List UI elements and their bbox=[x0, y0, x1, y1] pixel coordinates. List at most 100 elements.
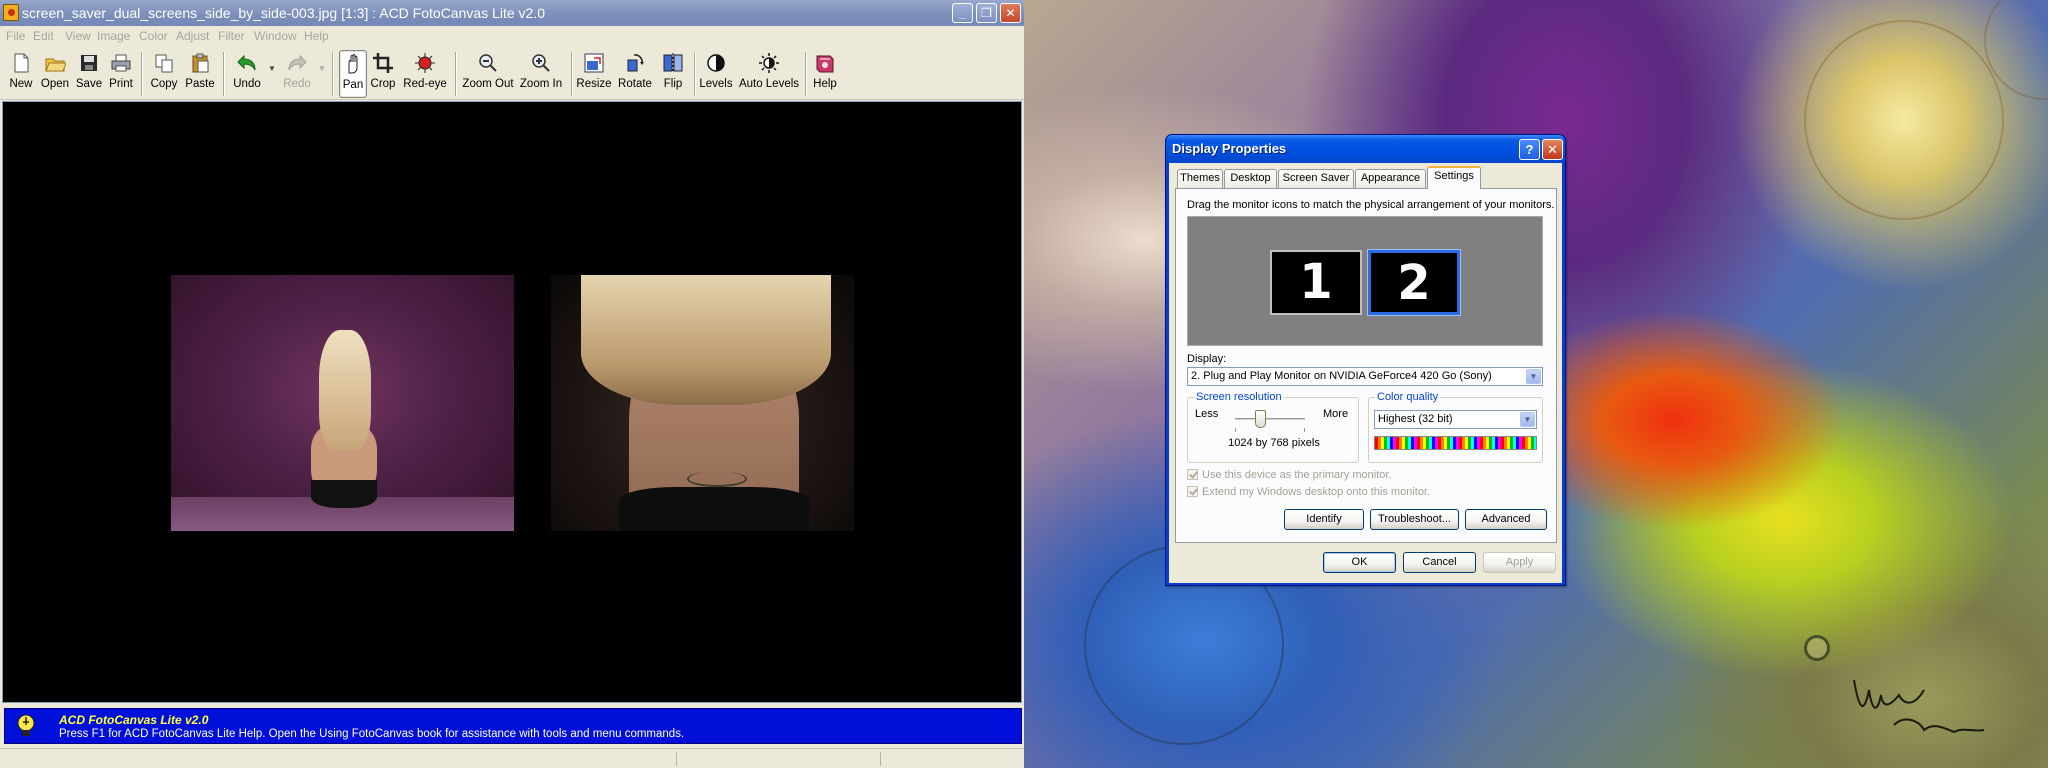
wallpaper-sun-circle bbox=[1804, 20, 2004, 220]
copy-button[interactable]: Copy bbox=[148, 50, 180, 98]
print-button[interactable]: Print bbox=[106, 50, 136, 98]
rotate-icon bbox=[624, 52, 646, 74]
menu-file[interactable]: File bbox=[6, 29, 25, 43]
red-eye-button[interactable]: Red-eye bbox=[401, 50, 449, 98]
flip-button[interactable]: Flip bbox=[659, 50, 687, 98]
crop-button[interactable]: Crop bbox=[369, 50, 397, 98]
photo-figure-hair bbox=[319, 330, 371, 450]
menu-adjust[interactable]: Adjust bbox=[176, 29, 209, 43]
chevron-down-icon[interactable]: ▼ bbox=[1526, 369, 1541, 384]
save-button[interactable]: Save bbox=[74, 50, 104, 98]
help-button[interactable]: Help bbox=[811, 50, 839, 98]
redo-button[interactable]: Redo bbox=[280, 50, 314, 98]
photo-right bbox=[551, 275, 854, 531]
levels-button[interactable]: Levels bbox=[698, 50, 734, 98]
open-button[interactable]: Open bbox=[38, 50, 72, 98]
new-button[interactable]: New bbox=[6, 50, 36, 98]
resolution-more-label: More bbox=[1323, 408, 1349, 420]
primary-monitor-label: Use this device as the primary monitor. bbox=[1202, 469, 1392, 481]
chevron-down-icon[interactable]: ▼ bbox=[1520, 412, 1535, 427]
menu-bar: File Edit View Image Color Adjust Filter… bbox=[0, 26, 1024, 46]
zoom-in-icon bbox=[530, 52, 552, 74]
fotocanvas-titlebar[interactable]: screen_saver_dual_screens_side_by_side-0… bbox=[0, 0, 1024, 26]
toolbar-separator bbox=[571, 52, 573, 96]
menu-view[interactable]: View bbox=[65, 29, 91, 43]
resize-button[interactable]: Resize bbox=[576, 50, 612, 98]
extend-desktop-checkbox[interactable]: Extend my Windows desktop onto this moni… bbox=[1187, 486, 1430, 498]
toolbar-separator bbox=[223, 52, 225, 96]
cancel-button[interactable]: Cancel bbox=[1403, 552, 1476, 573]
color-quality-value: Highest (32 bit) bbox=[1378, 413, 1453, 425]
identify-button[interactable]: Identify bbox=[1284, 509, 1364, 530]
zoom-out-icon bbox=[477, 52, 499, 74]
zoom-in-label: Zoom In bbox=[519, 78, 563, 90]
hand-pan-icon bbox=[342, 53, 364, 75]
wallpaper-small-circle bbox=[1804, 635, 1830, 661]
undo-button[interactable]: Undo bbox=[230, 50, 264, 98]
dialog-close-button[interactable]: ✕ bbox=[1542, 139, 1563, 160]
image-canvas[interactable] bbox=[2, 101, 1022, 703]
toolbar-separator bbox=[141, 52, 143, 96]
crop-label: Crop bbox=[370, 78, 396, 90]
menu-image[interactable]: Image bbox=[97, 29, 130, 43]
paste-clipboard-icon bbox=[189, 52, 211, 74]
menu-color[interactable]: Color bbox=[139, 29, 168, 43]
help-question-button[interactable]: ? bbox=[1519, 139, 1540, 160]
bottom-status-strip bbox=[0, 748, 1024, 768]
display-select-value: 2. Plug and Play Monitor on NVIDIA GeFor… bbox=[1191, 370, 1492, 382]
primary-monitor-checkbox[interactable]: Use this device as the primary monitor. bbox=[1187, 469, 1392, 481]
menu-help[interactable]: Help bbox=[304, 29, 329, 43]
tab-desktop[interactable]: Desktop bbox=[1224, 169, 1277, 188]
undo-label: Undo bbox=[233, 78, 261, 90]
menu-edit[interactable]: Edit bbox=[33, 29, 54, 43]
tab-screen-saver[interactable]: Screen Saver bbox=[1278, 169, 1354, 188]
resize-icon bbox=[583, 52, 605, 74]
zoom-in-button[interactable]: Zoom In bbox=[517, 50, 565, 98]
pan-button[interactable]: Pan bbox=[339, 50, 367, 98]
color-quality-select[interactable]: Highest (32 bit) ▼ bbox=[1374, 410, 1537, 429]
copy-icon bbox=[153, 52, 175, 74]
extend-desktop-label: Extend my Windows desktop onto this moni… bbox=[1202, 486, 1431, 498]
minimize-button[interactable]: _ bbox=[952, 3, 973, 23]
monitor-1-icon[interactable]: 1 bbox=[1270, 250, 1362, 315]
display-properties-dialog: Display Properties ? ✕ Themes Desktop Sc… bbox=[1165, 134, 1566, 586]
zoom-out-button[interactable]: Zoom Out bbox=[461, 50, 515, 98]
auto-levels-label: Auto Levels bbox=[738, 78, 800, 90]
red-eye-icon bbox=[414, 52, 436, 74]
checkbox-box[interactable] bbox=[1187, 486, 1198, 497]
ok-button[interactable]: OK bbox=[1323, 552, 1396, 573]
dialog-titlebar[interactable]: Display Properties ? ✕ bbox=[1166, 135, 1565, 163]
close-button[interactable]: ✕ bbox=[1000, 3, 1021, 23]
undo-dropdown-icon[interactable]: ▼ bbox=[268, 64, 276, 73]
resolution-slider-ticks bbox=[1235, 428, 1305, 432]
new-document-icon bbox=[10, 52, 32, 74]
auto-levels-icon bbox=[758, 52, 780, 74]
resize-label: Resize bbox=[576, 78, 612, 90]
toolbar-separator bbox=[332, 52, 334, 96]
resolution-slider-track[interactable] bbox=[1235, 418, 1305, 421]
rotate-button[interactable]: Rotate bbox=[616, 50, 654, 98]
checkbox-box[interactable] bbox=[1187, 469, 1198, 480]
tab-themes[interactable]: Themes bbox=[1177, 169, 1223, 188]
menu-filter[interactable]: Filter bbox=[218, 29, 245, 43]
open-label: Open bbox=[40, 78, 70, 90]
app-icon[interactable] bbox=[3, 4, 19, 21]
resolution-slider-thumb[interactable] bbox=[1255, 410, 1266, 428]
status-bar: ACD FotoCanvas Lite v2.0 Press F1 for AC… bbox=[4, 708, 1022, 744]
troubleshoot-button[interactable]: Troubleshoot... bbox=[1370, 509, 1459, 530]
menu-window[interactable]: Window bbox=[254, 29, 297, 43]
monitor-2-icon[interactable]: 2 bbox=[1368, 250, 1460, 315]
resolution-less-label: Less bbox=[1195, 408, 1219, 420]
status-divider bbox=[880, 752, 881, 766]
display-select[interactable]: 2. Plug and Play Monitor on NVIDIA GeFor… bbox=[1187, 367, 1543, 386]
apply-button[interactable]: Apply bbox=[1483, 552, 1556, 573]
paste-label: Paste bbox=[185, 78, 215, 90]
paste-button[interactable]: Paste bbox=[182, 50, 218, 98]
tab-settings[interactable]: Settings bbox=[1427, 166, 1481, 189]
advanced-button[interactable]: Advanced bbox=[1465, 509, 1547, 530]
redo-dropdown-icon[interactable]: ▼ bbox=[318, 64, 326, 73]
tab-appearance[interactable]: Appearance bbox=[1355, 169, 1426, 188]
maximize-button[interactable]: ❐ bbox=[976, 3, 997, 23]
auto-levels-button[interactable]: Auto Levels bbox=[738, 50, 800, 98]
monitor-arrangement-area[interactable]: 1 2 bbox=[1187, 216, 1543, 346]
